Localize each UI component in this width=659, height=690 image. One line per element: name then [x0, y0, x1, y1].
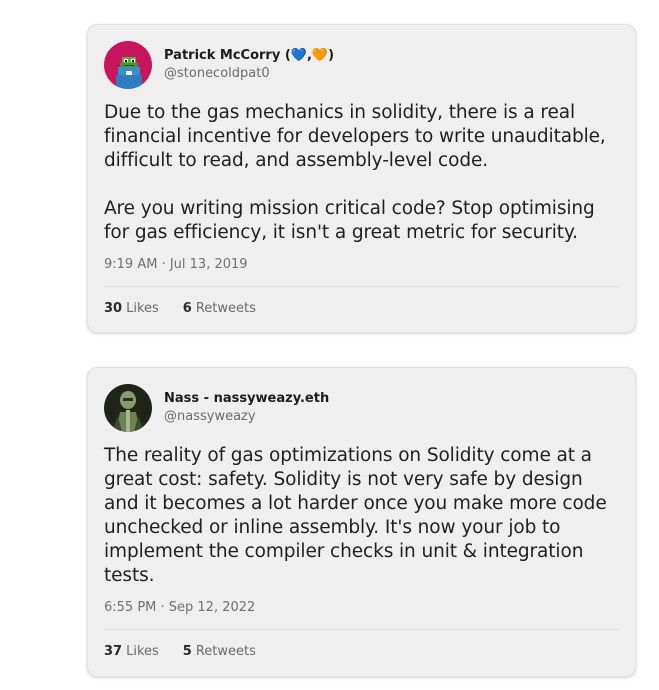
author-block: Nass - nassyweazy.eth @nassyweazy [164, 390, 329, 426]
tweet-card[interactable]: Patrick McCorry (💙,🧡) @stonecoldpat0 Due… [87, 24, 636, 333]
likes-count: 37 [104, 643, 123, 659]
retweets-label: Retweets [195, 643, 256, 659]
robot-figure-avatar-icon [104, 384, 152, 432]
likes-label: Likes [126, 643, 159, 659]
retweets-label: Retweets [195, 300, 256, 316]
retweets-stat[interactable]: 5 Retweets [183, 644, 256, 659]
tweet-stats: 30 Likes 6 Retweets [104, 287, 619, 329]
author-handle[interactable]: @stonecoldpat0 [164, 65, 334, 83]
retweets-stat[interactable]: 6 Retweets [183, 301, 256, 316]
author-name[interactable]: Patrick McCorry (💙,🧡) [164, 47, 334, 65]
author-handle[interactable]: @nassyweazy [164, 408, 329, 426]
tweet-timestamp[interactable]: 6:55 PM · Sep 12, 2022 [104, 599, 619, 617]
tweet-stats: 37 Likes 5 Retweets [104, 630, 619, 672]
author-name[interactable]: Nass - nassyweazy.eth [164, 390, 329, 408]
avatar[interactable] [104, 384, 152, 432]
tweet-text: Due to the gas mechanics in solidity, th… [104, 102, 606, 243]
tweet-text: The reality of gas optimizations on Soli… [104, 445, 613, 586]
likes-stat[interactable]: 37 Likes [104, 644, 159, 659]
likes-label: Likes [126, 300, 159, 316]
tweet-header: Nass - nassyweazy.eth @nassyweazy [104, 384, 619, 432]
tweet-timestamp[interactable]: 9:19 AM · Jul 13, 2019 [104, 256, 619, 274]
likes-stat[interactable]: 30 Likes [104, 301, 159, 316]
tweet-card[interactable]: Nass - nassyweazy.eth @nassyweazy The re… [87, 367, 636, 677]
pixel-frog-avatar-icon [104, 41, 152, 89]
retweets-count: 6 [182, 300, 192, 316]
likes-count: 30 [104, 300, 123, 316]
tweet-header: Patrick McCorry (💙,🧡) @stonecoldpat0 [104, 41, 619, 89]
author-block: Patrick McCorry (💙,🧡) @stonecoldpat0 [164, 47, 334, 83]
retweets-count: 5 [182, 643, 192, 659]
avatar[interactable] [104, 41, 152, 89]
